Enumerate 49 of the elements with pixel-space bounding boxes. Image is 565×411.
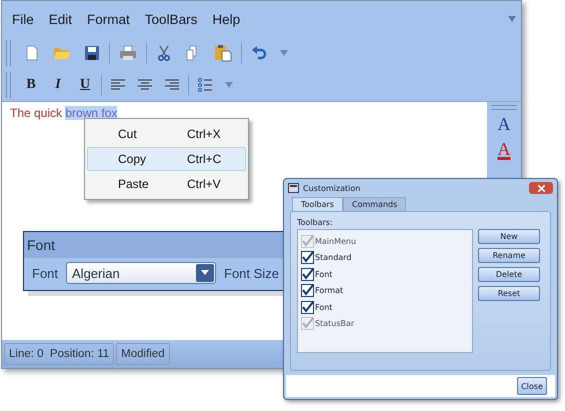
align-right-icon[interactable] [165, 79, 179, 91]
bullet-list-icon[interactable] [198, 78, 212, 92]
checkbox[interactable] [301, 284, 314, 298]
checkbox[interactable] [301, 251, 314, 264]
scissors-icon[interactable] [156, 45, 172, 61]
menu-item[interactable]: ToolBars [144, 12, 198, 26]
font-combo[interactable]: Algerian [66, 262, 216, 284]
menu-item[interactable]: Help [212, 12, 240, 26]
window-icon [288, 183, 299, 193]
clipboard-icon[interactable] [214, 44, 232, 62]
menu-item[interactable]: Cut Ctrl+X [87, 122, 246, 146]
style-button[interactable]: U [78, 77, 92, 93]
menu-item[interactable]: Format [87, 12, 130, 26]
menu-item[interactable]: Paste Ctrl+V [87, 172, 246, 196]
list-label: Toolbars: [297, 218, 334, 227]
font-size-label: Font Size [224, 266, 279, 280]
checkbox[interactable] [301, 268, 314, 281]
close-button[interactable]: Close [517, 377, 547, 395]
tab[interactable]: Commands [342, 197, 406, 211]
selected-text: brown fox [65, 106, 118, 120]
font-glyph-button[interactable]: A [498, 114, 510, 135]
font-label: Font [32, 266, 58, 280]
close-icon [538, 184, 544, 192]
list-item[interactable]: Format [301, 282, 469, 299]
tab[interactable]: Toolbars [292, 197, 343, 211]
list-item[interactable]: Font [301, 266, 469, 282]
menu-item[interactable]: Copy Ctrl+C [87, 147, 246, 171]
overflow-caret-icon[interactable] [508, 16, 516, 22]
dropdown-icon[interactable] [196, 264, 214, 282]
style-button[interactable]: B [24, 77, 38, 93]
style-button[interactable]: I [51, 77, 65, 93]
menu-item[interactable]: Edit [48, 12, 72, 26]
checkbox[interactable] [301, 300, 314, 314]
menu-item[interactable]: File [12, 12, 34, 26]
printer-icon[interactable] [119, 45, 137, 61]
align-center-icon[interactable] [138, 79, 152, 91]
status-field: Modified [116, 343, 170, 365]
list-item[interactable]: Font [301, 299, 469, 316]
dialog-button[interactable]: Delete [478, 267, 540, 282]
undo-icon[interactable] [251, 45, 267, 61]
editor-text: The quick [10, 106, 64, 120]
new-document-icon[interactable] [24, 45, 40, 61]
align-left-icon[interactable] [111, 79, 125, 91]
close-button[interactable] [529, 182, 553, 194]
dialog-button[interactable]: Reset [478, 286, 540, 301]
dialog-button[interactable]: Rename [478, 248, 540, 263]
dialog-title: Customization [303, 184, 362, 192]
status-field: Line: 0 Position: 11 [4, 343, 114, 365]
dialog-button[interactable]: New [478, 229, 540, 244]
